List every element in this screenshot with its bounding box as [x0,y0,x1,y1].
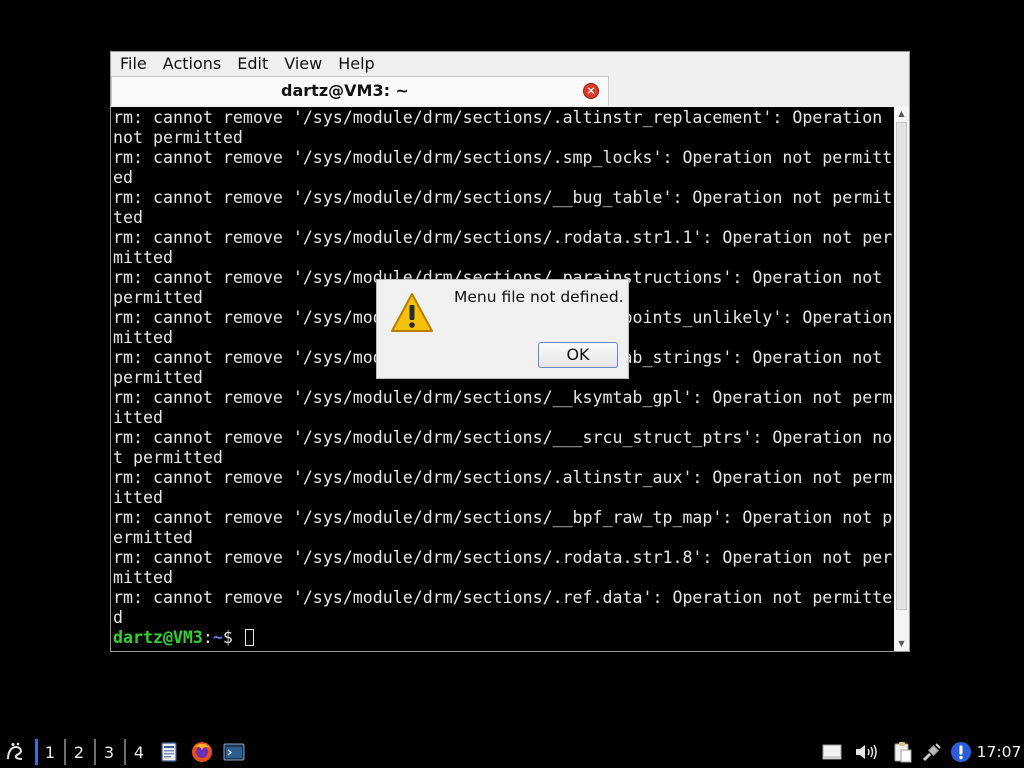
error-dialog: Menu file not defined. OK [376,279,629,379]
menu-actions[interactable]: Actions [155,52,229,76]
taskbar: 1 2 3 4 17:07 [0,736,1024,768]
start-menu-icon[interactable] [2,736,28,768]
terminal-line: rm: cannot remove '/sys/module/drm/secti… [113,548,893,567]
firefox-icon[interactable] [190,736,214,768]
menu-help[interactable]: Help [330,52,382,76]
file-manager-icon[interactable] [158,736,180,768]
terminal-line: rm: cannot remove '/sys/module/drm/secti… [113,148,893,167]
notes-icon[interactable] [821,736,843,768]
menu-view[interactable]: View [276,52,330,76]
menu-file[interactable]: File [111,52,155,76]
ok-button[interactable]: OK [538,342,618,368]
volume-icon[interactable] [853,736,879,768]
workspace-1[interactable]: 1 [38,736,62,768]
terminal-line: ted [113,208,143,227]
terminal-line: itted [113,408,163,427]
tab-title: dartz@VM3: ~ [281,81,409,100]
text-cursor [244,629,254,646]
terminal-tab[interactable]: dartz@VM3: ~ × [111,76,609,105]
dialog-message: Menu file not defined. [454,288,624,306]
shell-prompt[interactable]: dartz@VM3:~$ [113,628,894,648]
scroll-down-icon[interactable]: ▼ [894,637,909,651]
terminal-line: rm: cannot remove '/sys/module/drm/secti… [113,228,893,247]
terminal-line: mitted [113,568,173,587]
terminal-line: not permitted [113,128,243,147]
tab-bar: dartz@VM3: ~ × [111,76,909,106]
terminal-line: rm: cannot remove '/sys/module/drm/secti… [113,388,893,407]
scrollbar-thumb[interactable] [896,122,907,610]
workspace-4[interactable]: 4 [127,736,151,768]
terminal-icon[interactable] [222,736,246,768]
scroll-up-icon[interactable]: ▲ [894,107,909,121]
prompt-directory: ~ [212,628,223,647]
close-icon[interactable]: × [583,83,599,99]
terminal-line: rm: cannot remove '/sys/module/drm/secti… [113,188,893,207]
workspace-3[interactable]: 3 [97,736,121,768]
terminal-line: rm: cannot remove '/sys/module/drm/secti… [113,468,893,487]
terminal-line: t permitted [113,448,223,467]
network-icon[interactable] [920,736,944,768]
terminal-line: rm: cannot remove '/sys/module/drm/secti… [113,588,893,607]
prompt-separator: : [202,628,213,647]
scrollbar[interactable]: ▲ ▼ [894,107,909,651]
workspace-separator [94,739,96,765]
warning-icon [391,293,433,332]
prompt-user: dartz@VM3 [113,628,203,647]
terminal-line: mitted [113,248,173,267]
terminal-line: ed [113,168,133,187]
menu-edit[interactable]: Edit [229,52,276,76]
terminal-line: rm: cannot remove '/sys/module/drm/secti… [113,508,893,527]
terminal-line: itted [113,488,163,507]
menu-bar: File Actions Edit View Help [111,52,909,76]
terminal-line: rm: cannot remove '/sys/module/drm/secti… [113,108,883,127]
terminal-output[interactable]: rm: cannot remove '/sys/module/drm/secti… [111,107,894,651]
terminal-line: d [113,608,123,627]
clipboard-icon[interactable] [890,736,914,768]
terminal-line: ermitted [113,528,193,547]
workspace-separator [64,739,66,765]
terminal-line: rm: cannot remove '/sys/module/drm/secti… [113,428,893,447]
workspace-separator [124,739,126,765]
clock[interactable]: 17:07 [975,736,1023,768]
prompt-symbol: $ [222,628,243,647]
updates-icon[interactable] [949,736,973,768]
workspace-2[interactable]: 2 [67,736,91,768]
